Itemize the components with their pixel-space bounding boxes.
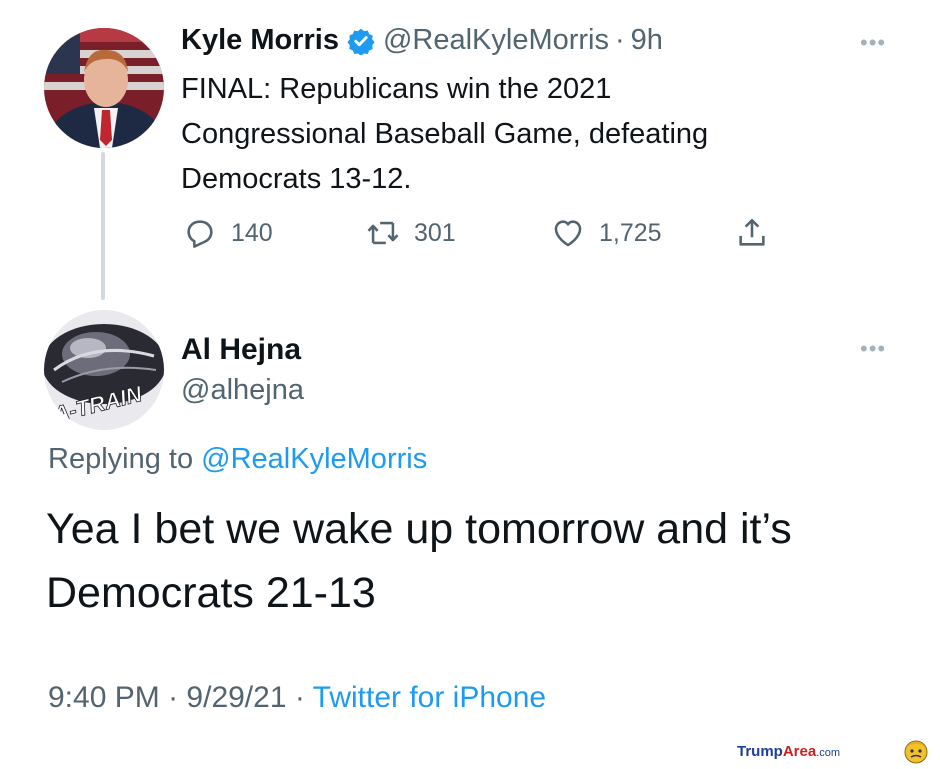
meta-separator: · <box>294 681 305 714</box>
tweet-header: Kyle Morris @RealKyleMorris · 9h <box>181 24 663 57</box>
al-hejna-avatar[interactable]: A-TRAIN <box>44 310 164 430</box>
replying-to-prefix: Replying to <box>48 443 194 475</box>
like-action[interactable]: 1,725 <box>551 216 662 250</box>
reply-icon <box>187 220 213 248</box>
retweet-action[interactable]: 301 <box>366 216 456 250</box>
watermark-part2: Area <box>782 743 817 760</box>
meta-separator: · <box>168 681 179 714</box>
like-count: 1,725 <box>599 218 662 247</box>
watermark-face-icon <box>902 738 930 769</box>
author-name[interactable]: Kyle Morris <box>181 24 339 57</box>
replying-to-line: Replying to @RealKyleMorris <box>48 443 427 476</box>
avatar-photo <box>44 28 164 148</box>
author-handle[interactable]: @RealKyleMorris <box>383 24 609 57</box>
watermark-part3: .com <box>816 747 841 759</box>
replying-to-mention-link[interactable]: @RealKyleMorris <box>201 443 427 475</box>
share-action[interactable] <box>735 216 769 250</box>
thread-connector-line <box>101 152 105 300</box>
verified-badge-icon <box>347 27 375 55</box>
reply-metadata: 9:40 PM · 9/29/21 · Twitter for iPhone <box>48 681 546 715</box>
reply-text-line: Democrats 21-13 <box>46 569 376 617</box>
reply-action[interactable]: 140 <box>183 216 273 250</box>
reply-more-options-icon[interactable]: ••• <box>860 336 886 362</box>
retweet-count: 301 <box>414 218 456 247</box>
avatar-logo: A-TRAIN <box>44 310 164 430</box>
heart-icon <box>554 220 582 247</box>
reply-text: Yea I bet we wake up tomorrow and it’s D… <box>46 497 792 625</box>
trumparea-watermark: TrumpArea.com <box>737 743 840 761</box>
reply-time[interactable]: 9:40 PM <box>48 681 160 714</box>
watermark-part1: Trump <box>737 743 783 760</box>
tweet-timestamp[interactable]: 9h <box>631 24 663 57</box>
tweet-more-options-icon[interactable]: ••• <box>860 30 886 56</box>
tweet-text: FINAL: Republicans win the 2021 Congress… <box>181 67 708 202</box>
reply-count: 140 <box>231 218 273 247</box>
reply-text-line: Yea I bet we wake up tomorrow and it’s <box>46 505 792 553</box>
tweet-text-line: Congressional Baseball Game, defeating <box>181 118 709 150</box>
tweet-text-line: FINAL: Republicans win the 2021 <box>181 73 612 105</box>
tweet-source-link[interactable]: Twitter for iPhone <box>313 681 546 714</box>
reply-author-handle[interactable]: @alhejna <box>181 370 304 410</box>
reply-author-block: Al Hejna @alhejna <box>181 330 304 410</box>
header-separator: · <box>615 24 625 56</box>
kyle-morris-avatar[interactable] <box>44 28 164 148</box>
retweet-icon <box>367 221 399 245</box>
share-icon <box>739 218 765 246</box>
tweet-text-line: Democrats 13-12. <box>181 163 412 195</box>
reply-date[interactable]: 9/29/21 <box>186 681 286 714</box>
reply-author-name[interactable]: Al Hejna <box>181 330 304 370</box>
